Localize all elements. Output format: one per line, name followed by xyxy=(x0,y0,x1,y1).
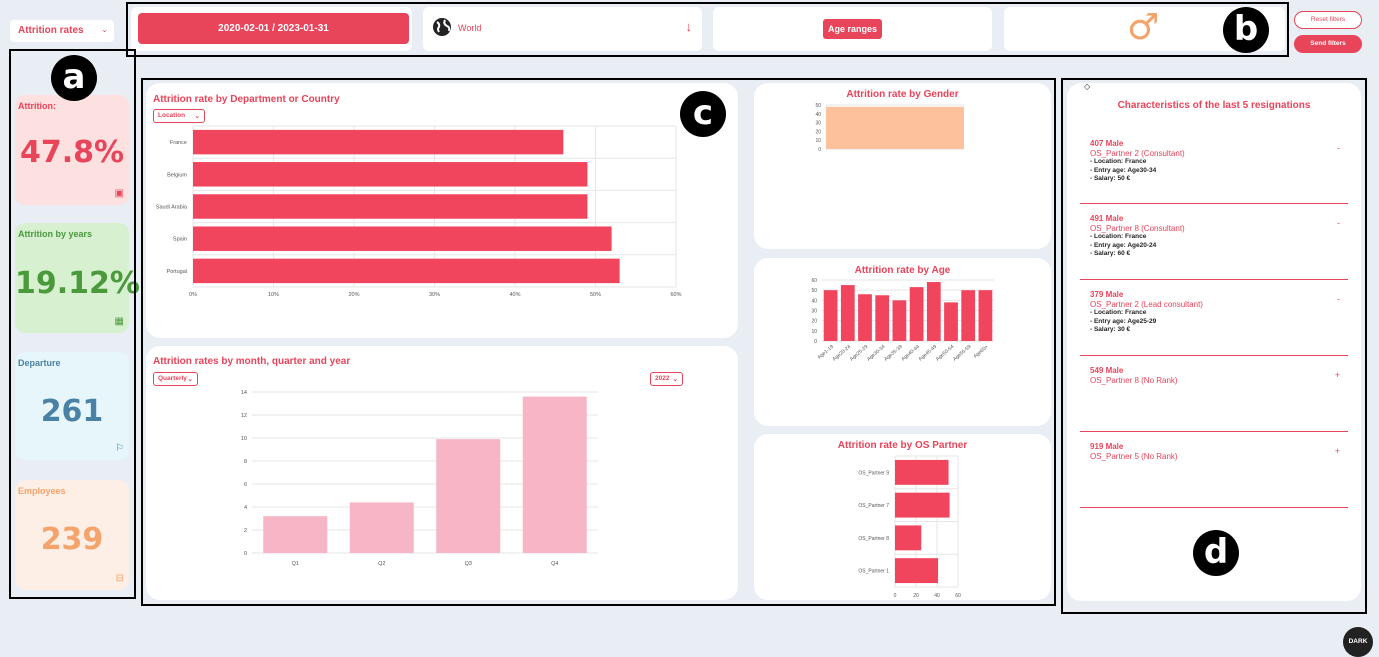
reset-filters-button[interactable]: Reset filters xyxy=(1294,11,1362,29)
highlight-box-b xyxy=(126,2,1289,57)
highlight-box-c xyxy=(141,78,1056,606)
annotation-badge-d: d xyxy=(1193,530,1239,576)
send-filters-button[interactable]: Send filters xyxy=(1294,35,1362,53)
chevron-down-icon: ⌄ xyxy=(101,25,108,34)
highlight-box-a xyxy=(9,49,136,599)
metric-select-value: Attrition rates xyxy=(18,25,84,36)
send-filters-label: Send filters xyxy=(1310,40,1346,47)
annotation-badge-c: c xyxy=(680,91,726,137)
metric-select[interactable]: Attrition rates ⌄ xyxy=(10,20,114,42)
annotation-badge-b: b xyxy=(1223,7,1269,53)
reset-filters-label: Reset filters xyxy=(1310,16,1346,23)
annotation-badge-a: a xyxy=(51,55,97,101)
dark-mode-label: DARK xyxy=(1348,638,1368,645)
dark-mode-button[interactable]: DARK xyxy=(1343,627,1373,657)
